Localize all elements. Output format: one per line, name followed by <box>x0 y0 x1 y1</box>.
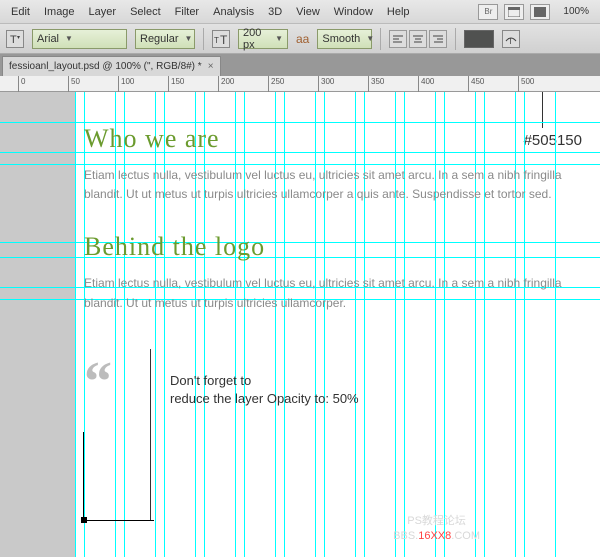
heading-behind-logo: Behind the logo <box>84 232 576 262</box>
text-size-icon: TT <box>212 30 230 48</box>
font-weight-dropdown[interactable]: Regular▼ <box>135 29 195 49</box>
paragraph-1: Etiam lectus nulla, vestibulum vel luctu… <box>84 166 576 204</box>
menu-select[interactable]: Select <box>123 6 168 18</box>
zoom-level[interactable]: 100% <box>556 6 596 17</box>
tab-label: fessioanl_layout.psd @ 100% (", RGB/8#) … <box>9 61 202 72</box>
menu-view[interactable]: View <box>289 6 327 18</box>
menu-edit[interactable]: Edit <box>4 6 37 18</box>
guide-vertical[interactable] <box>75 92 76 557</box>
heading-who-we-are: Who we are <box>84 124 576 154</box>
separator <box>455 28 456 50</box>
svg-text:T: T <box>214 36 219 45</box>
measurement-bracket <box>83 432 153 522</box>
warp-text-icon[interactable]: T <box>502 30 520 48</box>
guide-horizontal[interactable] <box>0 122 600 123</box>
menu-layer[interactable]: Layer <box>82 6 124 18</box>
svg-text:T: T <box>10 34 17 45</box>
annotation-note: Don't forget to reduce the layer Opacity… <box>170 372 359 408</box>
antialias-label: aa <box>296 32 309 46</box>
align-group <box>389 30 447 48</box>
menu-help[interactable]: Help <box>380 6 417 18</box>
separator <box>380 28 381 50</box>
antialias-dropdown[interactable]: Smooth▼ <box>317 29 372 49</box>
close-icon[interactable]: × <box>208 61 214 72</box>
document-tab-strip: fessioanl_layout.psd @ 100% (", RGB/8#) … <box>0 54 600 76</box>
svg-text:T: T <box>508 37 513 45</box>
align-right-button[interactable] <box>429 30 447 48</box>
document-tab[interactable]: fessioanl_layout.psd @ 100% (", RGB/8#) … <box>2 56 221 76</box>
menu-analysis[interactable]: Analysis <box>206 6 261 18</box>
pasteboard <box>0 92 75 557</box>
menu-image[interactable]: Image <box>37 6 82 18</box>
watermark: PS教程论坛 BBS.16XX8.COM <box>393 514 480 543</box>
layout-icon[interactable] <box>504 4 524 20</box>
font-size-dropdown[interactable]: 200 px▼ <box>238 29 288 49</box>
text-tool-icon[interactable]: T <box>6 30 24 48</box>
screen-mode-icon[interactable] <box>530 4 550 20</box>
document-content: Who we are Etiam lectus nulla, vestibulu… <box>84 124 576 341</box>
canvas[interactable]: #505150 Who we are Etiam lectus nulla, v… <box>0 92 600 557</box>
bridge-icon[interactable]: Br <box>478 4 498 20</box>
menu-window[interactable]: Window <box>327 6 380 18</box>
horizontal-ruler[interactable]: 0 50 100 150 200 250 300 350 400 450 500 <box>0 76 600 92</box>
menu-bar: Edit Image Layer Select Filter Analysis … <box>0 0 600 24</box>
quote-glyph: “ <box>84 350 104 414</box>
separator <box>203 28 204 50</box>
font-family-dropdown[interactable]: Arial▼ <box>32 29 127 49</box>
paragraph-2: Etiam lectus nulla, vestibulum vel luctu… <box>84 274 576 312</box>
text-color-swatch[interactable] <box>464 30 494 48</box>
align-center-button[interactable] <box>409 30 427 48</box>
svg-text:T: T <box>220 33 228 45</box>
options-bar: T Arial▼ Regular▼ TT 200 px▼ aa Smooth▼ … <box>0 24 600 54</box>
menu-3d[interactable]: 3D <box>261 6 289 18</box>
align-left-button[interactable] <box>389 30 407 48</box>
menu-filter[interactable]: Filter <box>168 6 206 18</box>
